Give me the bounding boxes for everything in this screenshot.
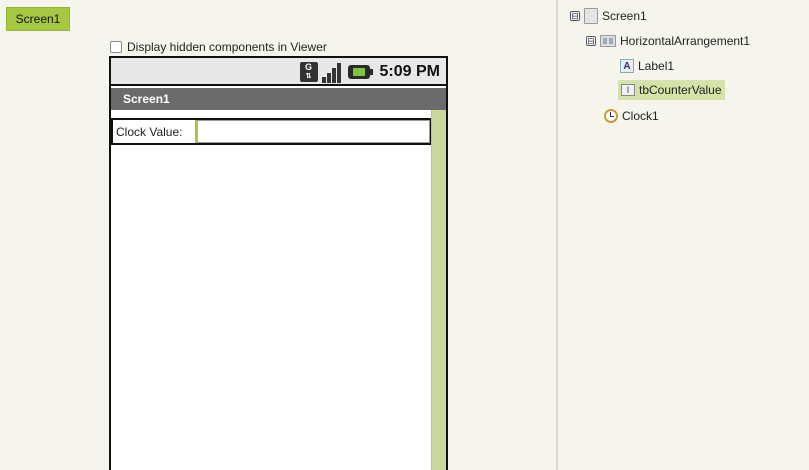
- screen-tab-screen1[interactable]: Screen1: [6, 7, 70, 31]
- tree-node-label: tbCounterValue: [639, 83, 722, 97]
- signal-strength-icon: [321, 61, 344, 83]
- phone-viewer: G ⇅ 5:09 PM Screen1 Clock Value:: [109, 56, 448, 470]
- display-hidden-components-toggle[interactable]: Display hidden components in Viewer: [110, 40, 327, 54]
- collapse-icon[interactable]: ⊟: [570, 11, 580, 21]
- tree-node-horizontal-arrangement1[interactable]: ⊟ HorizontalArrangement1: [586, 31, 750, 51]
- screen-tab-label: Screen1: [15, 12, 61, 26]
- network-type-badge: G: [305, 62, 313, 72]
- display-hidden-components-label: Display hidden components in Viewer: [127, 40, 327, 54]
- component-tree: ⊟ Screen1 ⊟ HorizontalArrangement1 A Lab…: [568, 0, 809, 470]
- status-time: 5:09 PM: [379, 63, 440, 80]
- label-icon: A: [620, 59, 634, 73]
- phone-status-bar: G ⇅ 5:09 PM: [111, 58, 446, 86]
- battery-icon: [347, 65, 373, 79]
- tree-node-clock1[interactable]: Clock1: [604, 106, 659, 126]
- display-hidden-components-checkbox[interactable]: [110, 41, 122, 53]
- tree-node-label: Label1: [638, 59, 675, 73]
- status-icons: G ⇅ 5:09 PM: [299, 60, 440, 84]
- screen-title: Screen1: [123, 92, 170, 106]
- screen-body[interactable]: Clock Value:: [111, 110, 446, 470]
- panel-divider: [556, 0, 558, 470]
- screen-icon: [584, 8, 598, 24]
- clock-icon: [604, 109, 618, 123]
- screen-title-bar: Screen1: [111, 88, 446, 110]
- tree-node-screen1[interactable]: ⊟ Screen1: [570, 6, 647, 26]
- horizontal-arrangement-icon: [600, 35, 616, 47]
- tree-node-label: Screen1: [602, 9, 647, 23]
- clock-value-label[interactable]: Clock Value:: [113, 125, 195, 139]
- collapse-icon[interactable]: ⊟: [586, 36, 596, 46]
- textbox-icon: I: [621, 84, 635, 96]
- network-type-icon: G ⇅: [299, 62, 318, 82]
- counter-value-textbox[interactable]: [195, 120, 430, 143]
- tree-node-label: HorizontalArrangement1: [620, 34, 751, 48]
- tree-node-label: Clock1: [622, 109, 659, 123]
- tree-node-label1[interactable]: A Label1: [620, 56, 674, 76]
- horizontal-arrangement-preview[interactable]: Clock Value:: [111, 118, 432, 145]
- screen-scroll-strip: [431, 110, 446, 470]
- tree-node-tbcountervalue[interactable]: I tbCounterValue: [618, 80, 725, 100]
